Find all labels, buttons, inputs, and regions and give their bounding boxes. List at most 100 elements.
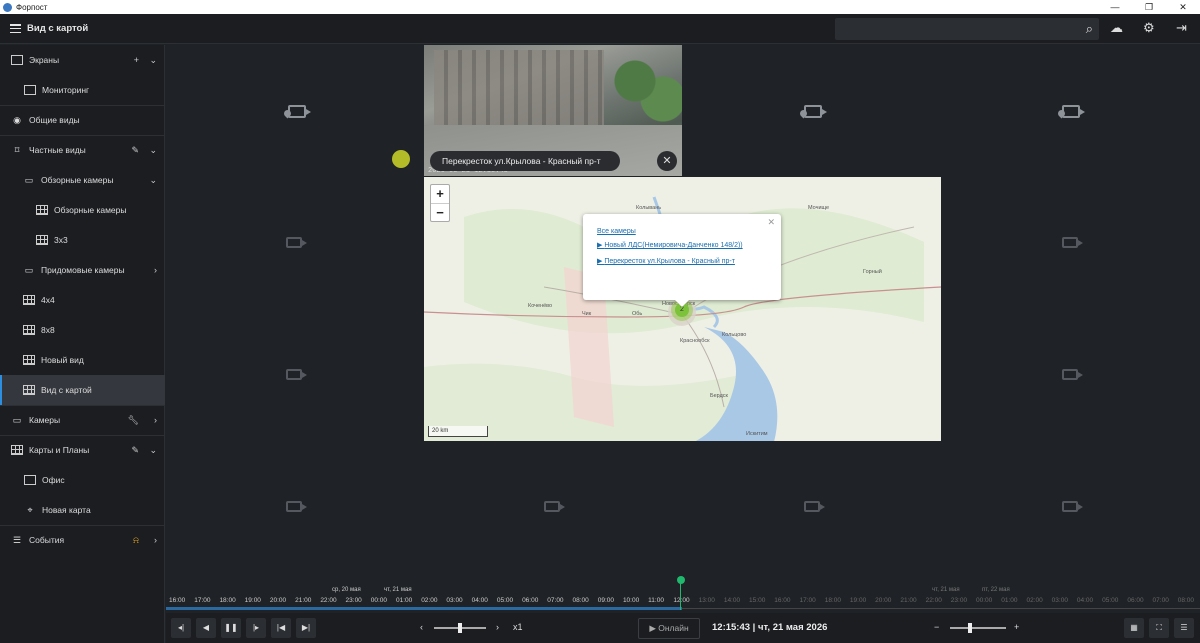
chevron-right-icon[interactable]: › — [154, 415, 157, 425]
pause-icon[interactable]: ❚❚ — [221, 618, 241, 638]
zoom-slider-knob[interactable] — [967, 623, 972, 633]
speed-value: x1 — [513, 622, 523, 632]
sidebar-item-office[interactable]: Офис — [0, 465, 165, 495]
chevron-down-icon[interactable]: ⌄ — [149, 445, 157, 456]
sidebar-item-label: Частные виды — [29, 145, 86, 155]
logout-icon[interactable]: ⇥ — [1176, 20, 1187, 36]
sidebar-item-common-views[interactable]: ◉ Общие виды — [0, 105, 165, 135]
map-zoom-control: + − — [430, 184, 450, 222]
speed-slider[interactable] — [434, 623, 486, 633]
top-toolbar: Вид с картой ⌕ ☁ ⚙ ⇥ — [0, 14, 1200, 44]
maximize-button[interactable]: ❐ — [1132, 0, 1166, 14]
camera-link[interactable]: ▶︎ Перекресток ул.Крылова - Красный пр-т — [597, 256, 767, 267]
page-title: Вид с картой — [27, 23, 89, 34]
chevron-down-icon[interactable]: ⌄ — [149, 55, 157, 66]
fullscreen-icon[interactable]: ⛶ — [1149, 618, 1169, 638]
speed-increase-icon[interactable]: › — [496, 622, 499, 632]
chevron-down-icon[interactable]: ⌄ — [149, 175, 157, 186]
camera-link-label[interactable]: Новый ЛДС(Немировича-Данченко 148/2)) — [604, 242, 742, 249]
sidebar-item-maps[interactable]: Карты и Планы ✎ ⌄ — [0, 435, 165, 465]
chevron-right-icon[interactable]: › — [154, 535, 157, 545]
camera-link[interactable]: ▶︎ Новый ЛДС(Немировича-Данченко 148/2)) — [597, 240, 767, 251]
timeline-zoom-in-icon[interactable]: + — [1014, 622, 1019, 632]
play-backward-icon[interactable]: ◀ — [196, 618, 216, 638]
zoom-out-button[interactable]: − — [431, 203, 449, 221]
add-icon[interactable]: + — [134, 55, 139, 65]
archive-timeline[interactable]: ср, 20 мая чт, 21 мая чт, 21 мая пт, 22 … — [166, 575, 1200, 613]
timeline-hour-label: 07:00 — [1152, 597, 1169, 604]
minimize-button[interactable]: — — [1098, 0, 1132, 14]
map-widget[interactable]: Колывань Мочище Горный Коченёво Чик Обь … — [424, 177, 941, 441]
timeline-hour-label: 08:00 — [1177, 597, 1195, 604]
timeline-hour-label: 18:00 — [219, 597, 236, 604]
sidebar: Экраны + ⌄ Мониторинг ◉ Общие виды ⌑ Час… — [0, 45, 165, 643]
camera-name-label: Перекресток ул.Крылова - Красный пр-т — [430, 151, 620, 171]
sidebar-item-label: Мониторинг — [42, 85, 90, 95]
timeline-hour-label: 06:00 — [1127, 597, 1144, 604]
zoom-in-button[interactable]: + — [431, 185, 449, 203]
camera-location-icon[interactable] — [288, 105, 311, 118]
step-back-icon[interactable]: ◂| — [171, 618, 191, 638]
search-input[interactable]: ⌕ — [835, 18, 1099, 40]
timeline-hour-label: 22:00 — [925, 597, 942, 604]
search-icon[interactable]: ⌕ — [1086, 21, 1093, 37]
timeline-playhead-handle[interactable] — [677, 576, 685, 584]
step-forward-icon[interactable]: |▸ — [246, 618, 266, 638]
map-label-koltsovo: Кольцово — [722, 332, 747, 338]
close-popup-icon[interactable]: ✕ — [767, 217, 775, 228]
timeline-hour-label: 12:00 — [673, 597, 690, 604]
chevron-down-icon[interactable]: ⌄ — [149, 145, 157, 156]
camera-location-icon[interactable] — [1062, 105, 1085, 118]
sidebar-item-private-views[interactable]: ⌑ Частные виды ✎ ⌄ — [0, 135, 165, 165]
speed-slider-knob[interactable] — [458, 623, 462, 633]
wrench-icon[interactable]: 🔧︎ — [128, 415, 139, 426]
grid-icon — [36, 235, 48, 245]
all-cameras-link[interactable]: Все камеры — [597, 228, 767, 235]
camera-location-icon[interactable] — [804, 105, 827, 118]
sidebar-item-label: Новая карта — [42, 505, 91, 515]
sidebar-item-overview-folder[interactable]: ▭ Обзорные камеры ⌄ — [0, 165, 165, 195]
alarm-bell-icon[interactable]: ⍾ — [133, 535, 139, 546]
hamburger-menu-icon[interactable] — [10, 24, 21, 33]
sidebar-item-3x3[interactable]: 3x3 — [0, 225, 165, 255]
event-journal-icon[interactable]: ☰ — [1174, 618, 1194, 638]
playback-controls: ◂| ◀ ❚❚ |▸ |◀ ▶| ‹ › x1 ▶ Онлайн 12:15:4… — [166, 613, 1200, 643]
app-logo-icon — [3, 2, 12, 12]
close-window-button[interactable]: ✕ — [1166, 0, 1200, 14]
skip-to-start-icon[interactable]: |◀ — [271, 618, 291, 638]
timeline-zoom-out-icon[interactable]: − — [934, 622, 939, 632]
grid-icon — [23, 295, 35, 305]
sidebar-item-overview-cameras[interactable]: Обзорные камеры — [0, 195, 165, 225]
close-preview-button[interactable]: ✕ — [657, 151, 677, 171]
sidebar-item-cameras[interactable]: ▭ Камеры 🔧︎ › — [0, 405, 165, 435]
sidebar-item-screens[interactable]: Экраны + ⌄ — [0, 45, 165, 75]
skip-to-end-icon[interactable]: ▶| — [296, 618, 316, 638]
timeline-hour-label: 10:00 — [622, 597, 640, 604]
sidebar-item-new-view[interactable]: Новый вид — [0, 345, 165, 375]
folder-icon: ▭ — [24, 265, 34, 275]
map-label-kochenevo: Коченёво — [528, 303, 553, 309]
online-button[interactable]: ▶ Онлайн — [638, 618, 700, 639]
speed-decrease-icon[interactable]: ‹ — [420, 622, 423, 632]
sidebar-item-label: 4x4 — [41, 295, 55, 305]
map-label-chik: Чик — [582, 311, 592, 317]
cloud-upload-icon[interactable]: ☁ — [1110, 20, 1123, 36]
chevron-right-icon[interactable]: › — [154, 265, 157, 275]
sidebar-item-monitoring[interactable]: Мониторинг — [0, 75, 165, 105]
sidebar-item-label: Обзорные камеры — [41, 175, 114, 185]
sidebar-item-map-view[interactable]: Вид с картой — [0, 375, 165, 405]
timeline-zoom-slider[interactable] — [950, 623, 1006, 633]
sidebar-item-4x4[interactable]: 4x4 — [0, 285, 165, 315]
pencil-icon[interactable]: ✎ — [131, 445, 139, 456]
sidebar-item-new-map[interactable]: ⌖ Новая карта — [0, 495, 165, 525]
online-label: Онлайн — [658, 623, 689, 633]
pencil-icon[interactable]: ✎ — [131, 145, 139, 156]
sidebar-item-8x8[interactable]: 8x8 — [0, 315, 165, 345]
camera-link-label[interactable]: Перекресток ул.Крылова - Красный пр-т — [604, 258, 735, 265]
calendar-icon[interactable]: ▦ — [1124, 618, 1144, 638]
sidebar-item-yard-folder[interactable]: ▭ Придомовые камеры › — [0, 255, 165, 285]
current-datetime[interactable]: 12:15:43 | чт, 21 мая 2026 — [712, 622, 827, 633]
timeline-hour-label: 01:00 — [1001, 597, 1018, 604]
gear-icon[interactable]: ⚙ — [1143, 20, 1155, 36]
sidebar-item-events[interactable]: ☰ События ⍾ › — [0, 525, 165, 555]
